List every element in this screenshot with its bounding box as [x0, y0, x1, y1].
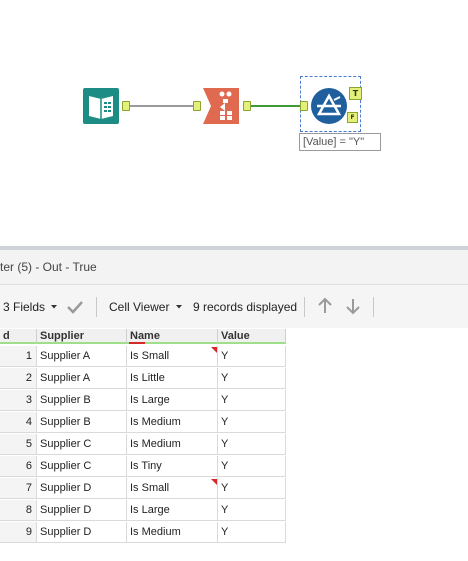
filter-expression-text: [Value] = "Y" [303, 136, 365, 148]
supplier-cell[interactable]: Supplier D [37, 500, 127, 521]
column-header-name[interactable]: Name [127, 329, 218, 344]
column-header-supplier[interactable]: Supplier [37, 329, 127, 344]
record-number-cell[interactable]: 5 [0, 434, 37, 455]
error-flag-icon [211, 347, 217, 353]
value-cell[interactable]: Y [218, 368, 286, 389]
transpose-output-anchor[interactable] [243, 101, 251, 111]
value-cell[interactable]: Y [218, 478, 286, 499]
transpose-tool[interactable] [203, 88, 239, 124]
name-cell[interactable]: Is Medium [127, 434, 218, 455]
value-cell[interactable]: Y [218, 434, 286, 455]
supplier-cell[interactable]: Supplier D [37, 522, 127, 543]
supplier-cell[interactable]: Supplier C [37, 434, 127, 455]
workflow-canvas[interactable]: T F [Value] = "Y" [0, 0, 468, 246]
results-toolbar: 3 Fields Cell Viewer 9 records displayed [0, 285, 468, 328]
value-cell[interactable]: Y [218, 522, 286, 543]
name-cell[interactable]: Is Medium [127, 412, 218, 433]
supplier-cell[interactable]: Supplier B [37, 390, 127, 411]
record-number-cell[interactable]: 7 [0, 478, 37, 499]
supplier-cell[interactable]: Supplier C [37, 456, 127, 477]
filter-expression-annotation[interactable]: [Value] = "Y" [299, 133, 381, 151]
filter-triangle-icon [311, 88, 347, 124]
arrow-down-icon[interactable] [343, 296, 363, 316]
name-cell[interactable]: Is Large [127, 500, 218, 521]
supplier-cell[interactable]: Supplier A [37, 368, 127, 389]
filter-true-anchor[interactable]: T [349, 87, 362, 100]
name-cell[interactable]: Is Little [127, 368, 218, 389]
caret-down-icon[interactable] [50, 304, 58, 310]
record-number-cell[interactable]: 8 [0, 500, 37, 521]
filter-false-anchor[interactable]: F [347, 112, 358, 123]
column-header-value[interactable]: Value [218, 329, 286, 344]
record-number-cell[interactable]: 6 [0, 456, 37, 477]
results-title-bar: ter (5) - Out - True [0, 250, 468, 285]
name-cell[interactable]: Is Small [127, 346, 218, 367]
input-data-tool[interactable] [83, 88, 119, 124]
fields-dropdown-label[interactable]: 3 Fields [3, 300, 45, 314]
value-cell[interactable]: Y [218, 346, 286, 367]
caret-down-icon[interactable] [175, 304, 183, 310]
value-cell[interactable]: Y [218, 500, 286, 521]
check-icon[interactable] [66, 299, 84, 315]
error-underline [129, 342, 145, 344]
supplier-cell[interactable]: Supplier A [37, 346, 127, 367]
record-number-cell[interactable]: 1 [0, 346, 37, 367]
cell-viewer-dropdown-label[interactable]: Cell Viewer [109, 300, 169, 314]
false-anchor-label: F [350, 114, 355, 121]
filter-tool[interactable] [310, 87, 347, 124]
connection-line[interactable] [251, 105, 300, 107]
connection-line[interactable] [130, 105, 193, 107]
error-flag-icon [211, 479, 217, 485]
name-cell[interactable]: Is Tiny [127, 456, 218, 477]
supplier-cell[interactable]: Supplier D [37, 478, 127, 499]
record-number-cell[interactable]: 2 [0, 368, 37, 389]
record-number-cell[interactable]: 3 [0, 390, 37, 411]
filter-input-anchor[interactable] [300, 101, 308, 111]
record-number-cell[interactable]: 4 [0, 412, 37, 433]
input-output-anchor[interactable] [122, 101, 130, 111]
book-icon [83, 88, 119, 124]
value-cell[interactable]: Y [218, 456, 286, 477]
toolbar-separator [373, 297, 374, 317]
toolbar-separator [304, 297, 305, 317]
column-header-record[interactable]: d [0, 329, 37, 344]
records-count: 9 records displayed [193, 300, 298, 314]
transpose-icon [203, 88, 239, 124]
record-number-cell[interactable]: 9 [0, 522, 37, 543]
toolbar-separator [96, 297, 97, 317]
transpose-input-anchor[interactable] [193, 101, 201, 111]
name-cell[interactable]: Is Medium [127, 522, 218, 543]
supplier-cell[interactable]: Supplier B [37, 412, 127, 433]
value-cell[interactable]: Y [218, 412, 286, 433]
true-anchor-label: T [352, 89, 359, 98]
column-header-name-label: Name [130, 330, 160, 342]
name-cell[interactable]: Is Small [127, 478, 218, 499]
arrow-up-icon[interactable] [315, 296, 335, 316]
name-cell[interactable]: Is Large [127, 390, 218, 411]
value-cell[interactable]: Y [218, 390, 286, 411]
results-title: ter (5) - Out - True [0, 260, 97, 274]
